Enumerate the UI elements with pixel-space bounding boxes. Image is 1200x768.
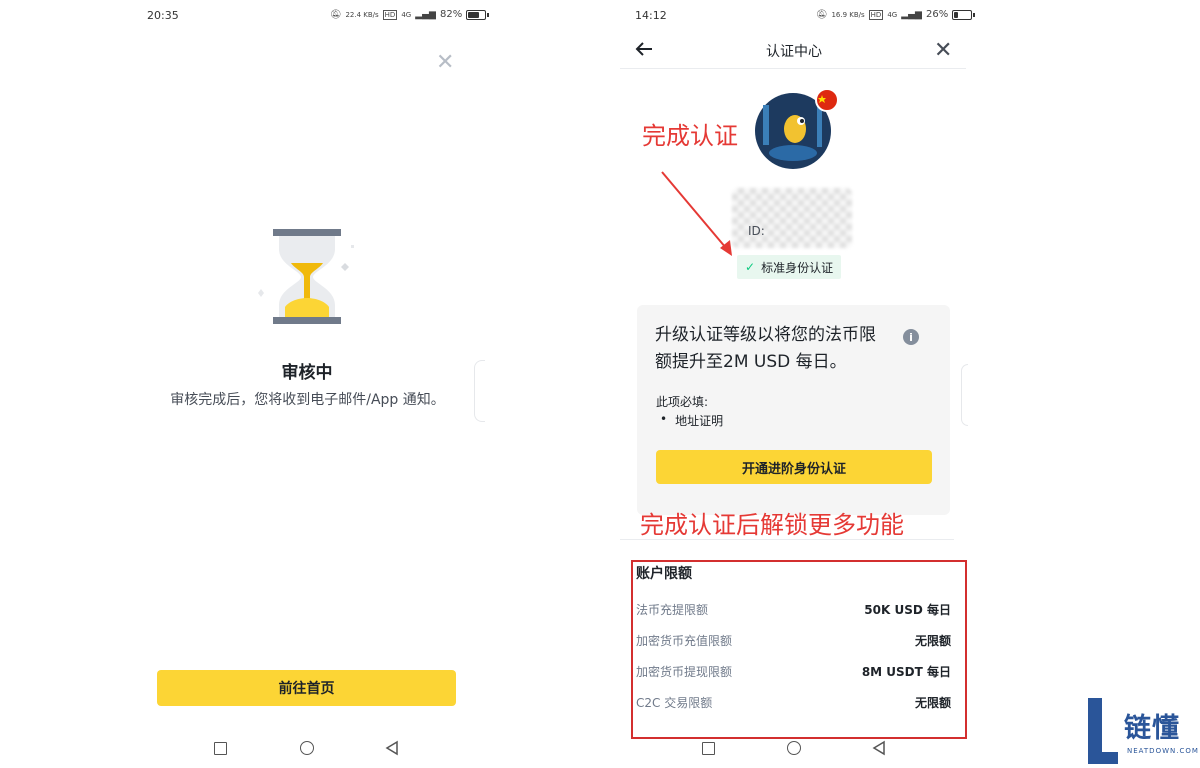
check-icon: ✓ bbox=[745, 260, 756, 274]
limit-value: 8M USDT 每日 bbox=[861, 665, 951, 679]
limit-label: 加密货币提现限额 bbox=[636, 665, 733, 679]
limit-row: C2C 交易限额 无限额 bbox=[636, 687, 951, 718]
battery-icon bbox=[466, 9, 487, 20]
hd-badge: HD bbox=[868, 9, 884, 20]
section-divider bbox=[620, 539, 954, 540]
limit-label: C2C 交易限额 bbox=[636, 696, 713, 710]
limits-title: 账户限额 bbox=[636, 566, 692, 582]
annotation-arrow bbox=[661, 171, 732, 256]
watermark-domain: NEATDOWN.COM bbox=[1127, 747, 1199, 755]
watermark-text: 链懂 bbox=[1124, 713, 1180, 744]
nav-back-icon[interactable] bbox=[385, 740, 399, 756]
signal-label: 4G bbox=[401, 10, 412, 19]
nav-back-icon[interactable] bbox=[872, 740, 886, 756]
nav-home-icon[interactable] bbox=[787, 741, 801, 755]
battery-percent: 26% bbox=[925, 9, 949, 20]
limit-row: 加密货币提现限额 8M USDT 每日 bbox=[636, 656, 951, 687]
avatar bbox=[755, 88, 839, 169]
limit-label: 加密货币充值限额 bbox=[636, 634, 733, 648]
limit-row: 法币充提限额 50K USD 每日 bbox=[636, 594, 951, 625]
limit-value: 无限额 bbox=[914, 634, 951, 648]
id-label: ID: bbox=[748, 224, 765, 238]
limit-value: 50K USD 每日 bbox=[864, 603, 951, 617]
side-handle[interactable] bbox=[961, 364, 968, 426]
upgrade-button[interactable]: 开通进阶身份认证 bbox=[656, 450, 932, 484]
header-divider bbox=[620, 68, 966, 69]
back-arrow-icon[interactable] bbox=[634, 41, 654, 57]
close-icon[interactable]: ✕ bbox=[934, 40, 952, 62]
nav-recent-icon[interactable] bbox=[702, 742, 715, 755]
net-speed: 16.9 KB/s bbox=[831, 10, 865, 19]
hourglass-icon bbox=[258, 229, 354, 324]
annotation-complete: 完成认证 bbox=[642, 122, 738, 150]
signal-label: 4G bbox=[887, 10, 898, 19]
limit-row: 加密货币充值限额 无限额 bbox=[636, 625, 951, 656]
required-item-label: 地址证明 bbox=[675, 414, 724, 428]
nav-recent-icon[interactable] bbox=[214, 742, 227, 755]
net-speed: 22.4 KB/s bbox=[345, 10, 379, 19]
upgrade-title: 升级认证等级以将您的法币限额提升至2M USD 每日。 bbox=[655, 325, 876, 372]
info-icon[interactable]: i bbox=[903, 329, 919, 345]
status-time: 14:12 bbox=[635, 9, 667, 22]
limit-value: 无限额 bbox=[914, 696, 951, 710]
close-icon[interactable]: ✕ bbox=[436, 52, 454, 74]
mute-icon: 🔕︎ bbox=[816, 9, 828, 20]
status-icons: 🔕︎ 16.9 KB/s HD 4G ▂▄▆ 26% bbox=[816, 9, 976, 20]
required-list-item: • 地址证明 bbox=[660, 412, 723, 429]
page-title: 审核中 bbox=[281, 363, 333, 383]
go-home-button[interactable]: 前往首页 bbox=[157, 670, 456, 706]
header-title: 认证中心 bbox=[766, 44, 822, 60]
masked-username bbox=[732, 188, 852, 248]
side-handle[interactable] bbox=[474, 360, 485, 422]
status-time: 20:35 bbox=[147, 9, 179, 22]
mute-icon: 🔕︎ bbox=[330, 9, 342, 20]
signal-icon: ▂▄▆ bbox=[901, 9, 922, 20]
battery-percent: 82% bbox=[439, 9, 463, 20]
watermark-logo-icon bbox=[1088, 698, 1118, 764]
hd-badge: HD bbox=[382, 9, 398, 20]
annotation-unlock: 完成认证后解锁更多功能 bbox=[640, 511, 904, 539]
limit-label: 法币充提限额 bbox=[636, 603, 709, 617]
verified-badge-label: 标准身份认证 bbox=[761, 260, 834, 275]
verified-badge: ✓ 标准身份认证 bbox=[737, 255, 842, 279]
required-label: 此项必填: bbox=[656, 395, 709, 409]
bullet-icon: • bbox=[660, 412, 668, 426]
status-icons: 🔕︎ 22.4 KB/s HD 4G ▂▄▆ 82% bbox=[330, 9, 490, 20]
limits-list: 法币充提限额 50K USD 每日 加密货币充值限额 无限额 加密货币提现限额 … bbox=[636, 594, 951, 718]
signal-icon: ▂▄▆ bbox=[415, 9, 436, 20]
battery-icon bbox=[952, 9, 973, 20]
nav-home-icon[interactable] bbox=[300, 741, 314, 755]
page-subtitle: 审核完成后，您将收到电子邮件/App 通知。 bbox=[170, 392, 445, 408]
